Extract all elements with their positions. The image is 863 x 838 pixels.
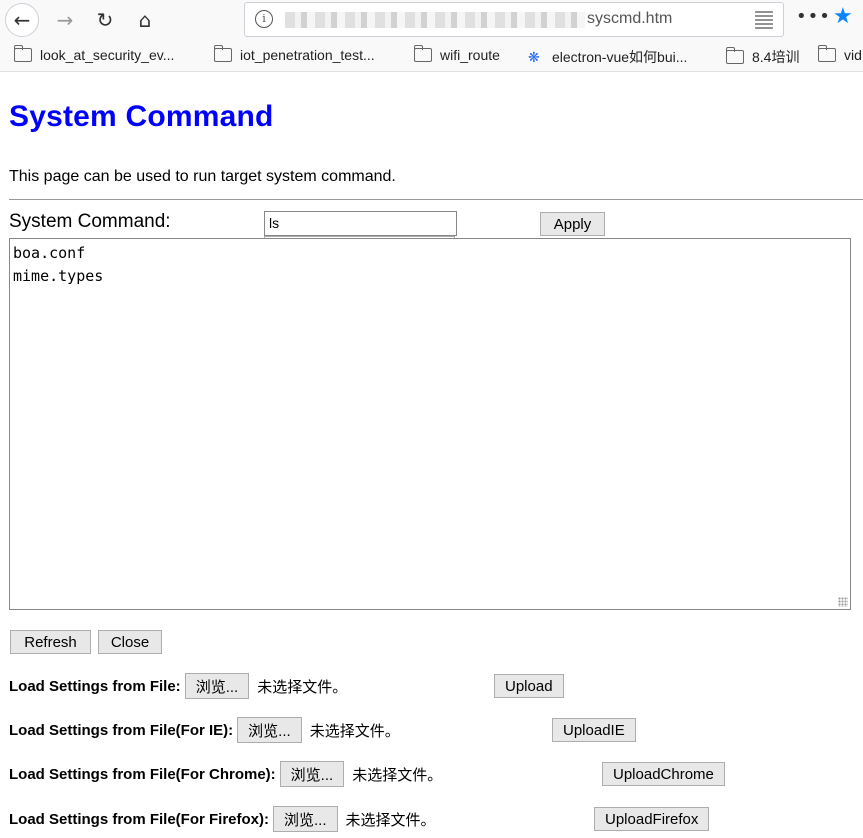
bookmark-label: vid bbox=[844, 47, 862, 63]
qr-code-icon[interactable] bbox=[755, 11, 773, 29]
url-text: syscmd.htm bbox=[587, 10, 673, 27]
load-settings-chrome-row: Load Settings from File(For Chrome): 浏览.… bbox=[9, 761, 809, 787]
bookmark-label: wifi_route bbox=[440, 47, 500, 63]
resize-grip-icon[interactable] bbox=[838, 597, 848, 607]
page-title: System Command bbox=[9, 100, 274, 133]
apply-button[interactable]: Apply bbox=[540, 212, 605, 236]
folder-icon bbox=[214, 45, 232, 62]
reload-icon[interactable]: ↻ bbox=[88, 3, 122, 37]
upload-firefox-button[interactable]: UploadFirefox bbox=[594, 807, 710, 831]
url-redacted bbox=[285, 12, 585, 28]
bookmark-star-icon[interactable]: ★ bbox=[833, 4, 853, 29]
command-label: System Command: bbox=[9, 211, 171, 232]
browser-toolbar: ← → ↻ ⌂ i syscmd.htm ••• ★ bbox=[0, 0, 863, 40]
bookmark-item[interactable]: vid bbox=[818, 45, 862, 63]
load-settings-ie-row: Load Settings from File(For IE): 浏览... 未… bbox=[9, 717, 709, 743]
bookmark-label: 8.4培训 bbox=[752, 49, 800, 65]
command-input[interactable]: ls bbox=[264, 211, 457, 236]
browse-button[interactable]: 浏览... bbox=[279, 761, 345, 787]
bookmark-label: electron-vue如何bui... bbox=[552, 49, 688, 65]
bookmark-item[interactable]: wifi_route bbox=[414, 45, 500, 63]
refresh-button[interactable]: Refresh bbox=[10, 630, 91, 654]
bookmark-label: iot_penetration_test... bbox=[240, 47, 375, 63]
close-button[interactable]: Close bbox=[98, 630, 162, 654]
load-settings-row: Load Settings from File: 浏览... 未选择文件。 Up… bbox=[9, 673, 609, 699]
home-icon[interactable]: ⌂ bbox=[128, 3, 162, 37]
file-status: 未选择文件。 bbox=[352, 766, 443, 784]
browse-button[interactable]: 浏览... bbox=[237, 717, 302, 743]
back-arrow-icon[interactable]: ← bbox=[5, 3, 39, 37]
divider bbox=[9, 199, 863, 200]
browse-button[interactable]: 浏览... bbox=[273, 806, 338, 832]
bookmark-item[interactable]: iot_penetration_test... bbox=[214, 45, 375, 63]
load-settings-firefox-row: Load Settings from File(For Firefox): 浏览… bbox=[9, 806, 809, 832]
load-settings-label: Load Settings from File: bbox=[9, 677, 181, 695]
bookmark-item[interactable]: 8.4培训 bbox=[726, 47, 799, 67]
load-settings-label: Load Settings from File(For IE): bbox=[9, 721, 234, 739]
bookmark-label: look_at_security_ev... bbox=[40, 47, 175, 63]
upload-chrome-button[interactable]: UploadChrome bbox=[602, 762, 725, 786]
command-output-textarea[interactable]: boa.conf mime.types bbox=[9, 238, 851, 610]
address-bar[interactable]: i syscmd.htm bbox=[244, 2, 784, 37]
output-text: boa.conf mime.types bbox=[13, 244, 104, 285]
folder-icon bbox=[818, 45, 836, 62]
load-settings-label: Load Settings from File(For Chrome): bbox=[9, 765, 276, 783]
forward-arrow-icon[interactable]: → bbox=[48, 3, 82, 37]
folder-icon bbox=[414, 45, 432, 62]
file-status: 未选择文件。 bbox=[309, 722, 400, 740]
file-status: 未选择文件。 bbox=[257, 678, 348, 696]
upload-button[interactable]: Upload bbox=[494, 674, 564, 698]
baidu-paw-icon: ❋ bbox=[528, 49, 540, 65]
upload-ie-button[interactable]: UploadIE bbox=[552, 718, 636, 742]
folder-icon bbox=[14, 45, 32, 62]
bookmarks-bar: look_at_security_ev... iot_penetration_t… bbox=[0, 40, 863, 72]
bookmark-item[interactable]: ❋ electron-vue如何bui... bbox=[528, 47, 687, 67]
page-description: This page can be used to run target syst… bbox=[9, 168, 396, 185]
site-info-icon[interactable]: i bbox=[255, 10, 273, 28]
folder-icon bbox=[726, 47, 744, 64]
load-settings-label: Load Settings from File(For Firefox): bbox=[9, 810, 270, 828]
file-status: 未选择文件。 bbox=[345, 811, 436, 829]
page-actions-icon[interactable]: ••• bbox=[796, 6, 831, 27]
browse-button[interactable]: 浏览... bbox=[184, 673, 250, 699]
bookmark-item[interactable]: look_at_security_ev... bbox=[14, 45, 175, 63]
